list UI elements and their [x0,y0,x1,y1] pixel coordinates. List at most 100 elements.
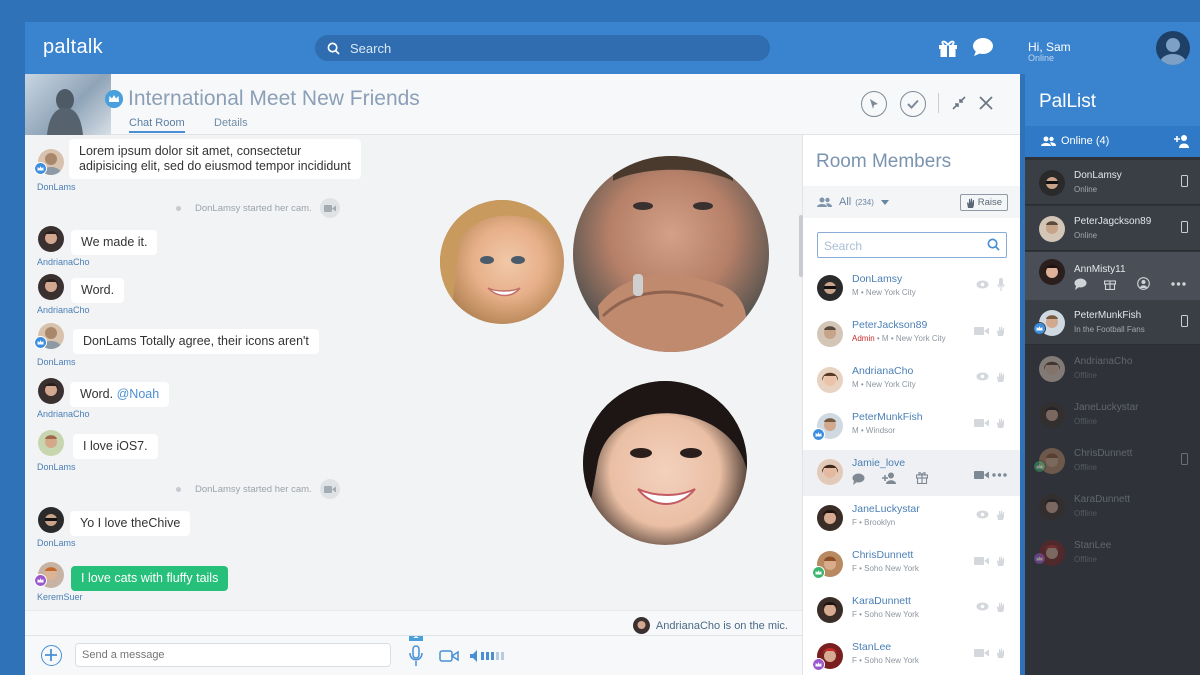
member-row[interactable]: PeterMunkFish M • Windsor [803,404,1020,450]
hand-icon[interactable] [996,510,1005,520]
eye-icon[interactable] [976,602,989,611]
close-icon[interactable] [979,96,993,110]
member-row[interactable]: PeterJackson89 Admin • M • New York City [803,312,1020,358]
profile-icon[interactable] [1137,277,1150,290]
pal-row[interactable]: PeterMunkFish In the Football Fans [1025,300,1200,345]
video-camera-icon[interactable] [974,470,989,480]
tab-details[interactable]: Details [214,117,248,129]
video-feed[interactable] [440,200,564,324]
gift-icon[interactable] [937,37,959,59]
microphone-icon[interactable] [997,278,1005,291]
mobile-phone-icon [1181,453,1188,465]
pal-row-offline[interactable]: JaneLuckystar Offline [1025,392,1200,437]
hand-icon[interactable] [996,326,1005,336]
video-feed[interactable] [583,381,747,545]
user-greeting[interactable]: Hi, Sam Online [1028,41,1071,64]
pal-name: PeterJagckson89 [1074,216,1152,227]
hand-icon[interactable] [996,418,1005,428]
pointer-button[interactable] [861,91,887,117]
pal-status: Offline [1074,555,1097,564]
hand-icon[interactable] [996,602,1005,612]
message-username[interactable]: DonLams [37,182,76,192]
chat-bubble-icon[interactable] [972,37,994,57]
video-camera-icon[interactable] [974,556,989,566]
online-pals-tab[interactable]: Online (4) [1025,126,1200,157]
avatar [817,597,843,623]
user-mention[interactable]: @Noah [117,387,160,401]
camera-icon[interactable] [319,479,340,499]
paltalk-logo[interactable]: paltalk [43,36,103,59]
chat-message[interactable]: I love iOS7. [73,434,158,459]
avatar[interactable] [38,274,64,300]
pal-row-offline[interactable]: AndrianaCho Offline [1025,346,1200,391]
message-icon[interactable] [1074,278,1087,290]
user-avatar[interactable] [1156,31,1190,65]
message-username[interactable]: AndrianaCho [37,305,90,315]
member-row[interactable]: JaneLuckystar F • Brooklyn [803,496,1020,542]
tab-chat-room[interactable]: Chat Room [129,117,185,133]
pal-row[interactable]: PeterJagckson89 Online [1025,206,1200,251]
member-row-selected[interactable]: Jamie_love [803,450,1020,496]
members-title: Room Members [816,151,952,172]
gift-icon[interactable] [1104,277,1116,290]
message-username[interactable]: KeremSuer [37,592,83,602]
message-username[interactable]: DonLams [37,357,76,367]
hand-icon[interactable] [996,372,1005,382]
chat-message[interactable]: Word. [71,278,125,303]
more-options-icon[interactable] [992,473,1007,477]
check-button[interactable] [900,91,926,117]
avatar[interactable] [38,226,64,252]
chat-message[interactable]: Lorem ipsum dolor sit amet, consectetur a… [69,139,361,179]
chat-message[interactable]: DonLams Totally agree, their icons aren'… [73,329,319,354]
pal-row-selected[interactable]: AnnMisty11 [1025,252,1200,300]
global-search-input[interactable]: Search [315,35,770,61]
message-input[interactable] [75,643,391,667]
chat-message[interactable]: Yo I love theChive [70,511,191,536]
eye-icon[interactable] [976,280,989,289]
avatar[interactable] [38,378,64,404]
message-username[interactable]: AndrianaCho [37,257,90,267]
chat-message-highlighted[interactable]: I love cats with fluffy tails [71,566,229,591]
microphone-icon[interactable] [409,636,423,668]
member-row[interactable]: ChrisDunnett F • Soho New York [803,542,1020,588]
crown-badge-icon [812,428,825,441]
raise-hand-button[interactable]: Raise [959,194,1008,211]
add-attachment-button[interactable] [41,645,62,666]
message-icon[interactable] [852,473,865,485]
pal-row-offline[interactable]: ChrisDunnett Offline [1025,438,1200,483]
member-row[interactable]: AndrianaCho M • New York City [803,358,1020,404]
camera-icon[interactable] [319,198,340,218]
eye-icon[interactable] [976,510,989,519]
member-row[interactable]: DonLamsy M • New York City [803,266,1020,312]
video-camera-icon[interactable] [974,418,989,428]
mic-status-text: AndrianaCho is on the mic. [655,619,788,632]
video-camera-icon[interactable] [974,326,989,336]
members-search-input[interactable]: Search [817,232,1007,258]
more-options-icon[interactable] [1171,282,1186,286]
hand-icon[interactable] [996,648,1005,658]
members-filter-dropdown[interactable]: All (234) [817,196,889,208]
member-row[interactable]: KaraDunnett F • Soho New York [803,588,1020,634]
chat-message[interactable]: We made it. [71,230,158,255]
pal-row[interactable]: DonLamsy Online [1025,160,1200,205]
video-camera-icon[interactable] [439,649,459,663]
avatar[interactable] [38,507,64,533]
avatar[interactable] [632,617,650,634]
member-row[interactable]: StanLee F • Soho New York [803,634,1020,675]
message-username[interactable]: DonLams [37,538,76,548]
add-friend-icon[interactable] [882,472,896,484]
video-camera-icon[interactable] [974,648,989,658]
video-feed[interactable] [573,156,769,352]
avatar[interactable] [38,430,64,456]
chat-message[interactable]: Word. @Noah [70,382,170,407]
volume-icon[interactable] [469,649,505,663]
eye-icon[interactable] [976,372,989,381]
minimize-icon[interactable] [952,96,966,110]
pal-row-offline[interactable]: KaraDunnett Offline [1025,484,1200,529]
pal-row-offline[interactable]: StanLee Offline [1025,530,1200,575]
add-pal-icon[interactable] [1174,134,1189,148]
gift-icon[interactable] [916,471,928,484]
hand-icon[interactable] [996,556,1005,566]
message-username[interactable]: DonLams [37,462,76,472]
message-username[interactable]: AndrianaCho [37,409,90,419]
